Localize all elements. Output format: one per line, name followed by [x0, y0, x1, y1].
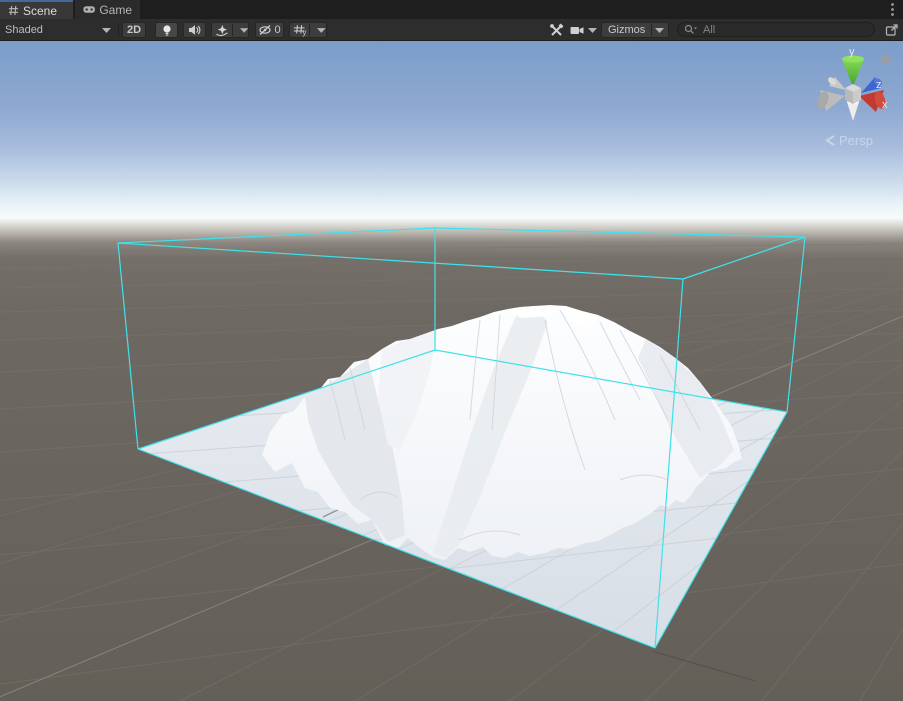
- scene-toolbar: Shaded 2D: [0, 19, 903, 41]
- search-icon: [684, 24, 697, 35]
- gizmo-z-label: z: [876, 79, 882, 91]
- scene-render: y z x Persp: [0, 41, 903, 701]
- tab-bar: Scene Game: [0, 0, 903, 19]
- grid-axis-label: y: [302, 28, 306, 37]
- hidden-count: 0: [274, 24, 280, 36]
- camera-icon: [570, 25, 584, 36]
- effects-star-icon: [215, 24, 229, 37]
- overflow-menu-icon[interactable]: [886, 2, 898, 17]
- chevron-down-icon: [102, 28, 111, 33]
- chevron-down-icon: [240, 28, 248, 33]
- expand-window-icon: [885, 23, 899, 37]
- gamepad-icon: [83, 5, 95, 14]
- effects-dropdown-button[interactable]: [211, 22, 249, 38]
- eye-slash-icon: [258, 24, 272, 36]
- 2d-toggle-button[interactable]: 2D: [122, 22, 146, 38]
- tools-icon: [549, 23, 564, 38]
- grid-visibility-dropdown[interactable]: y: [289, 22, 327, 38]
- scene-camera-dropdown[interactable]: [570, 22, 600, 38]
- chevron-down-icon: [317, 28, 326, 33]
- tab-game-label: Game: [99, 3, 132, 17]
- projection-label: Persp: [839, 133, 873, 148]
- shading-mode-dropdown[interactable]: Shaded: [0, 22, 118, 38]
- tab-scene-label: Scene: [23, 4, 57, 18]
- tab-game[interactable]: Game: [75, 0, 140, 19]
- maximize-view-button[interactable]: [884, 22, 900, 38]
- tab-scene[interactable]: Scene: [0, 0, 73, 19]
- shading-mode-label: Shaded: [5, 24, 43, 36]
- hidden-objects-button[interactable]: 0: [255, 22, 284, 38]
- editor-tools-button[interactable]: [545, 22, 567, 38]
- gizmo-y-label: y: [849, 46, 855, 58]
- scene-search-field[interactable]: [677, 22, 875, 37]
- scene-grid-icon: [8, 5, 19, 16]
- audio-toggle-button[interactable]: [183, 22, 206, 38]
- lighting-toggle-button[interactable]: [155, 22, 178, 38]
- unity-editor-window: { "tabs": { "scene": { "label": "Scene" …: [0, 0, 903, 701]
- scene-viewport[interactable]: y z x Persp: [0, 41, 903, 701]
- chevron-down-icon: [655, 28, 664, 33]
- search-input[interactable]: [701, 23, 855, 37]
- lightbulb-icon: [161, 24, 173, 37]
- 2d-toggle-label: 2D: [127, 24, 141, 36]
- speaker-icon: [188, 24, 201, 36]
- chevron-down-icon: [588, 28, 597, 33]
- gizmos-label: Gizmos: [608, 24, 645, 36]
- gizmos-dropdown-button[interactable]: Gizmos: [601, 22, 669, 38]
- gizmo-x-label: x: [882, 99, 888, 111]
